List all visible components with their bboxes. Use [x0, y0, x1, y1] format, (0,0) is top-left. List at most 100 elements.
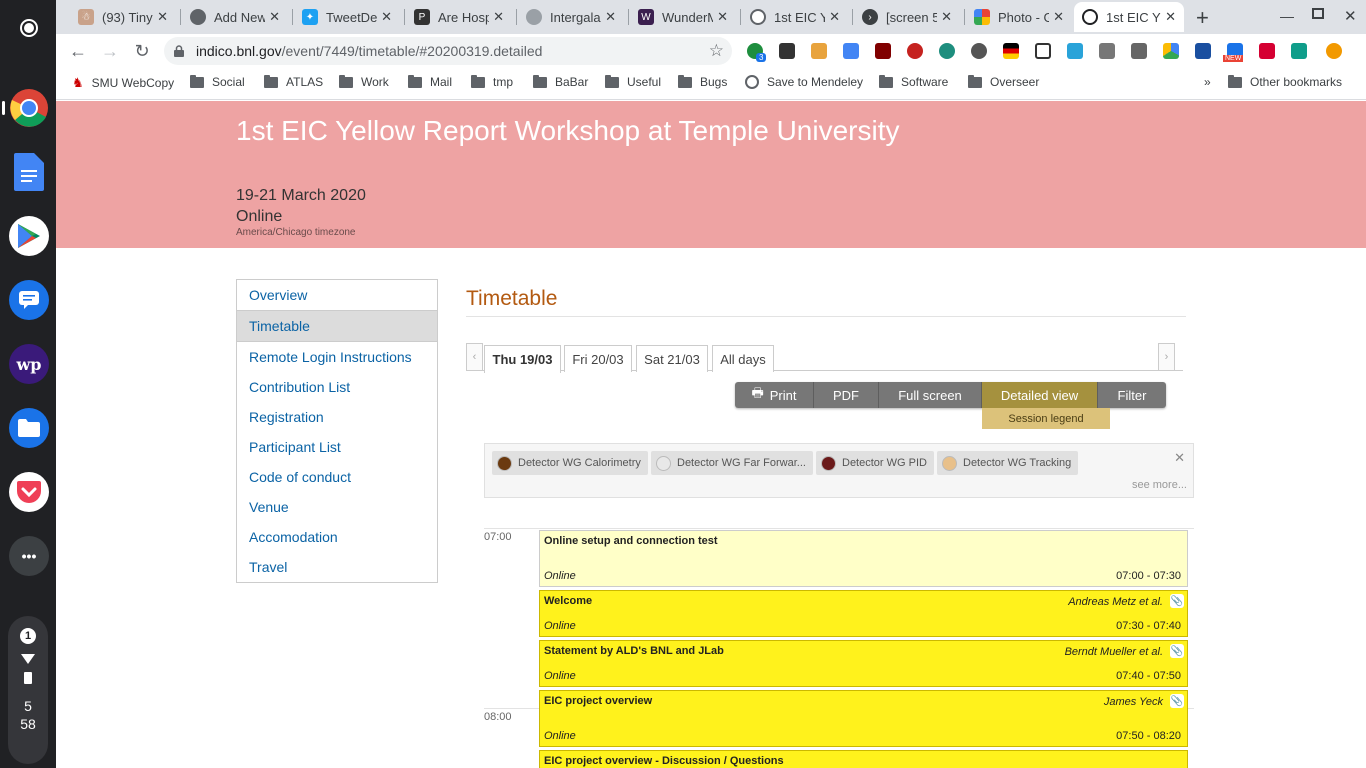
session-legend-toggle[interactable]: Session legend	[982, 408, 1110, 429]
files-icon[interactable]	[9, 408, 49, 448]
back-button[interactable]: ←	[66, 39, 90, 63]
play-store-icon[interactable]	[9, 216, 49, 256]
tab-add-new[interactable]: Add New ✕	[182, 2, 288, 32]
close-icon[interactable]: ✕	[717, 9, 728, 25]
close-icon[interactable]: ✕	[829, 9, 840, 25]
tab-sat[interactable]: Sat 21/03	[636, 345, 708, 372]
bookmarks-overflow-button[interactable]: »	[1204, 75, 1211, 89]
close-icon[interactable]: ✕	[1174, 450, 1185, 466]
bookmark-tmp[interactable]: tmp	[471, 74, 513, 89]
camera-extension-icon[interactable]	[971, 43, 987, 59]
tab-eic-active[interactable]: 1st EIC Y ✕	[1074, 2, 1184, 32]
bookmark-bugs[interactable]: Bugs	[678, 74, 727, 89]
timetable-entry[interactable]: Welcome Andreas Metz et al. 📎 Online 07:…	[539, 590, 1188, 637]
bookmark-atlas[interactable]: ATLAS	[264, 74, 323, 89]
c-extension-icon[interactable]	[1035, 43, 1051, 59]
menu-item-travel[interactable]: Travel	[237, 552, 437, 582]
bookmark-extension-icon[interactable]	[1291, 43, 1307, 59]
mendeley-extension-icon[interactable]	[1259, 43, 1275, 59]
lock-icon[interactable]	[174, 44, 184, 57]
bookmark-babar[interactable]: BaBar	[533, 74, 588, 89]
tab-wunder[interactable]: W WunderM ✕	[630, 2, 736, 32]
bookmark-smu-webcopy[interactable]: ♞ SMU WebCopy	[72, 75, 174, 91]
tab-photos[interactable]: Photo - G ✕	[966, 2, 1072, 32]
tab-tiny[interactable]: ☃ (93) Tiny ✕	[70, 2, 176, 32]
gray-extension-icon[interactable]	[1099, 43, 1115, 59]
window-extension-icon[interactable]	[1067, 43, 1083, 59]
bookmark-work[interactable]: Work	[339, 74, 389, 89]
bookmark-mail[interactable]: Mail	[408, 74, 452, 89]
legend-chip-pid[interactable]: Detector WG PID	[816, 451, 934, 475]
event-title[interactable]: 1st EIC Yellow Report Workshop at Temple…	[236, 115, 899, 147]
tab-thu[interactable]: Thu 19/03	[484, 345, 561, 373]
see-more-link[interactable]: see more...	[1132, 479, 1187, 491]
bookmark-overseer[interactable]: Overseer	[968, 74, 1039, 89]
next-day-button[interactable]: ›	[1158, 343, 1175, 371]
menu-item-contribution-list[interactable]: Contribution List	[237, 372, 437, 402]
close-icon[interactable]: ✕	[493, 9, 504, 25]
incognito-extension-icon[interactable]	[779, 43, 795, 59]
status-tray[interactable]: 1 5 58	[8, 616, 48, 764]
full-screen-button[interactable]: Full screen	[879, 382, 982, 408]
menu-item-venue[interactable]: Venue	[237, 492, 437, 522]
washington-post-icon[interactable]: wp	[9, 344, 49, 384]
drive-extension-icon[interactable]	[1163, 43, 1179, 59]
prev-day-button[interactable]: ‹	[466, 343, 483, 371]
tab-intergala[interactable]: Intergala ✕	[518, 2, 624, 32]
bookmark-social[interactable]: Social	[190, 74, 245, 89]
pdf-button[interactable]: PDF	[814, 382, 879, 408]
timetable-entry[interactable]: Online setup and connection test Online …	[539, 530, 1188, 587]
close-icon[interactable]: ✕	[1165, 9, 1176, 25]
hypothesis-extension-icon[interactable]	[1131, 43, 1147, 59]
tab-are-hosp[interactable]: P Are Hosp ✕	[406, 2, 512, 32]
menu-item-overview[interactable]: Overview	[237, 280, 437, 310]
timetable-entry[interactable]: EIC project overview James Yeck 📎 Online…	[539, 690, 1188, 747]
timetable-entry[interactable]: Statement by ALD's BNL and JLab Berndt M…	[539, 640, 1188, 687]
menu-item-participant-list[interactable]: Participant List	[237, 432, 437, 462]
attachment-icon[interactable]: 📎	[1170, 694, 1184, 708]
tab-eic-1[interactable]: 1st EIC Y ✕	[742, 2, 848, 32]
menu-item-registration[interactable]: Registration	[237, 402, 437, 432]
timetable-entry[interactable]: EIC project overview - Discussion / Ques…	[539, 750, 1188, 768]
menu-item-code-of-conduct[interactable]: Code of conduct	[237, 462, 437, 492]
window-close-button[interactable]: ✕	[1344, 7, 1357, 25]
bookmark-star-icon[interactable]: ☆	[709, 41, 724, 61]
filter-button[interactable]: Filter	[1098, 382, 1166, 408]
address-bar[interactable]: indico.bnl.gov/event/7449/timetable/#202…	[164, 37, 732, 65]
search-extension-icon[interactable]	[1195, 43, 1211, 59]
messages-icon[interactable]	[9, 280, 49, 320]
close-icon[interactable]: ✕	[605, 9, 616, 25]
reload-button[interactable]: ↻	[130, 39, 154, 63]
more-apps-icon[interactable]: •••	[9, 536, 49, 576]
detailed-view-button[interactable]: Detailed view	[982, 382, 1098, 408]
print-button[interactable]: 🖶 Print	[735, 382, 814, 408]
bookmark-useful[interactable]: Useful	[605, 74, 661, 89]
close-icon[interactable]: ✕	[941, 9, 952, 25]
grammarly-extension-icon[interactable]	[939, 43, 955, 59]
gear-extension-icon[interactable]	[907, 43, 923, 59]
attachment-icon[interactable]: 📎	[1170, 594, 1184, 608]
pocket-icon[interactable]	[9, 472, 49, 512]
legend-chip-calorimetry[interactable]: Detector WG Calorimetry	[492, 451, 648, 475]
attachment-icon[interactable]: 📎	[1170, 644, 1184, 658]
launcher-icon[interactable]	[9, 8, 49, 48]
menu-item-accomodation[interactable]: Accomodation	[237, 522, 437, 552]
tab-all-days[interactable]: All days	[712, 345, 774, 372]
tab-tweetdeck[interactable]: ✦ TweetDe ✕	[294, 2, 400, 32]
bookmark-save-to-mendeley[interactable]: Save to Mendeley	[745, 75, 863, 89]
tab-fri[interactable]: Fri 20/03	[564, 345, 632, 372]
docs-icon[interactable]	[9, 152, 49, 192]
close-icon[interactable]: ✕	[381, 9, 392, 25]
forward-button[interactable]: →	[98, 39, 122, 63]
close-icon[interactable]: ✕	[269, 9, 280, 25]
minimize-button[interactable]: —	[1280, 8, 1294, 24]
close-icon[interactable]: ✕	[1053, 9, 1064, 25]
other-bookmarks[interactable]: Other bookmarks	[1228, 74, 1342, 89]
menu-item-timetable[interactable]: Timetable	[237, 310, 437, 342]
legend-chip-tracking[interactable]: Detector WG Tracking	[937, 451, 1079, 475]
translate-extension-icon[interactable]	[843, 43, 859, 59]
legend-chip-far-forward[interactable]: Detector WG Far Forwar...	[651, 451, 813, 475]
maximize-button[interactable]	[1312, 8, 1324, 19]
tab-screen[interactable]: › [screen 5 ✕	[854, 2, 960, 32]
menu-item-remote-login[interactable]: Remote Login Instructions	[237, 342, 437, 372]
